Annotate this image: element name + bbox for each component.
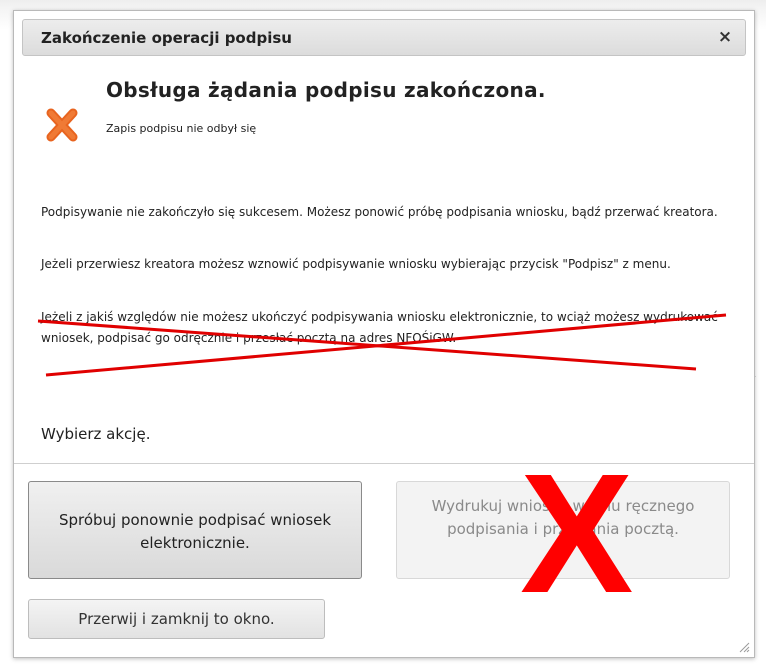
resize-grip-icon[interactable] bbox=[738, 641, 750, 653]
choose-action-label: Wybierz akcję. bbox=[41, 425, 151, 443]
dialog-title: Zakończenie operacji podpisu bbox=[41, 29, 292, 47]
info-paragraph-1: Podpisywanie nie zakończyło się sukcesem… bbox=[41, 205, 718, 219]
dialog-titlebar[interactable]: Zakończenie operacji podpisu × bbox=[22, 19, 746, 56]
abort-close-button[interactable]: Przerwij i zamknij to okno. bbox=[28, 599, 325, 639]
retry-sign-button[interactable]: Spróbuj ponownie podpisać wniosek elektr… bbox=[28, 481, 362, 579]
result-subheading: Zapis podpisu nie odbył się bbox=[106, 122, 257, 135]
close-icon[interactable]: × bbox=[715, 27, 735, 47]
info-paragraph-2: Jeżeli przerwiesz kreatora możesz wznowi… bbox=[41, 257, 671, 271]
result-heading: Obsługa żądania podpisu zakończona. bbox=[106, 78, 546, 102]
print-wniosek-button[interactable]: Wydrukuj wniosek w celu ręcznego podpisa… bbox=[396, 481, 730, 579]
dialog-divider bbox=[14, 463, 754, 464]
info-paragraph-3: Jeżeli z jakiś względów nie możesz ukońc… bbox=[41, 310, 718, 345]
signature-completion-dialog: Zakończenie operacji podpisu × Obsługa ż… bbox=[13, 10, 755, 658]
error-x-icon bbox=[46, 108, 78, 142]
